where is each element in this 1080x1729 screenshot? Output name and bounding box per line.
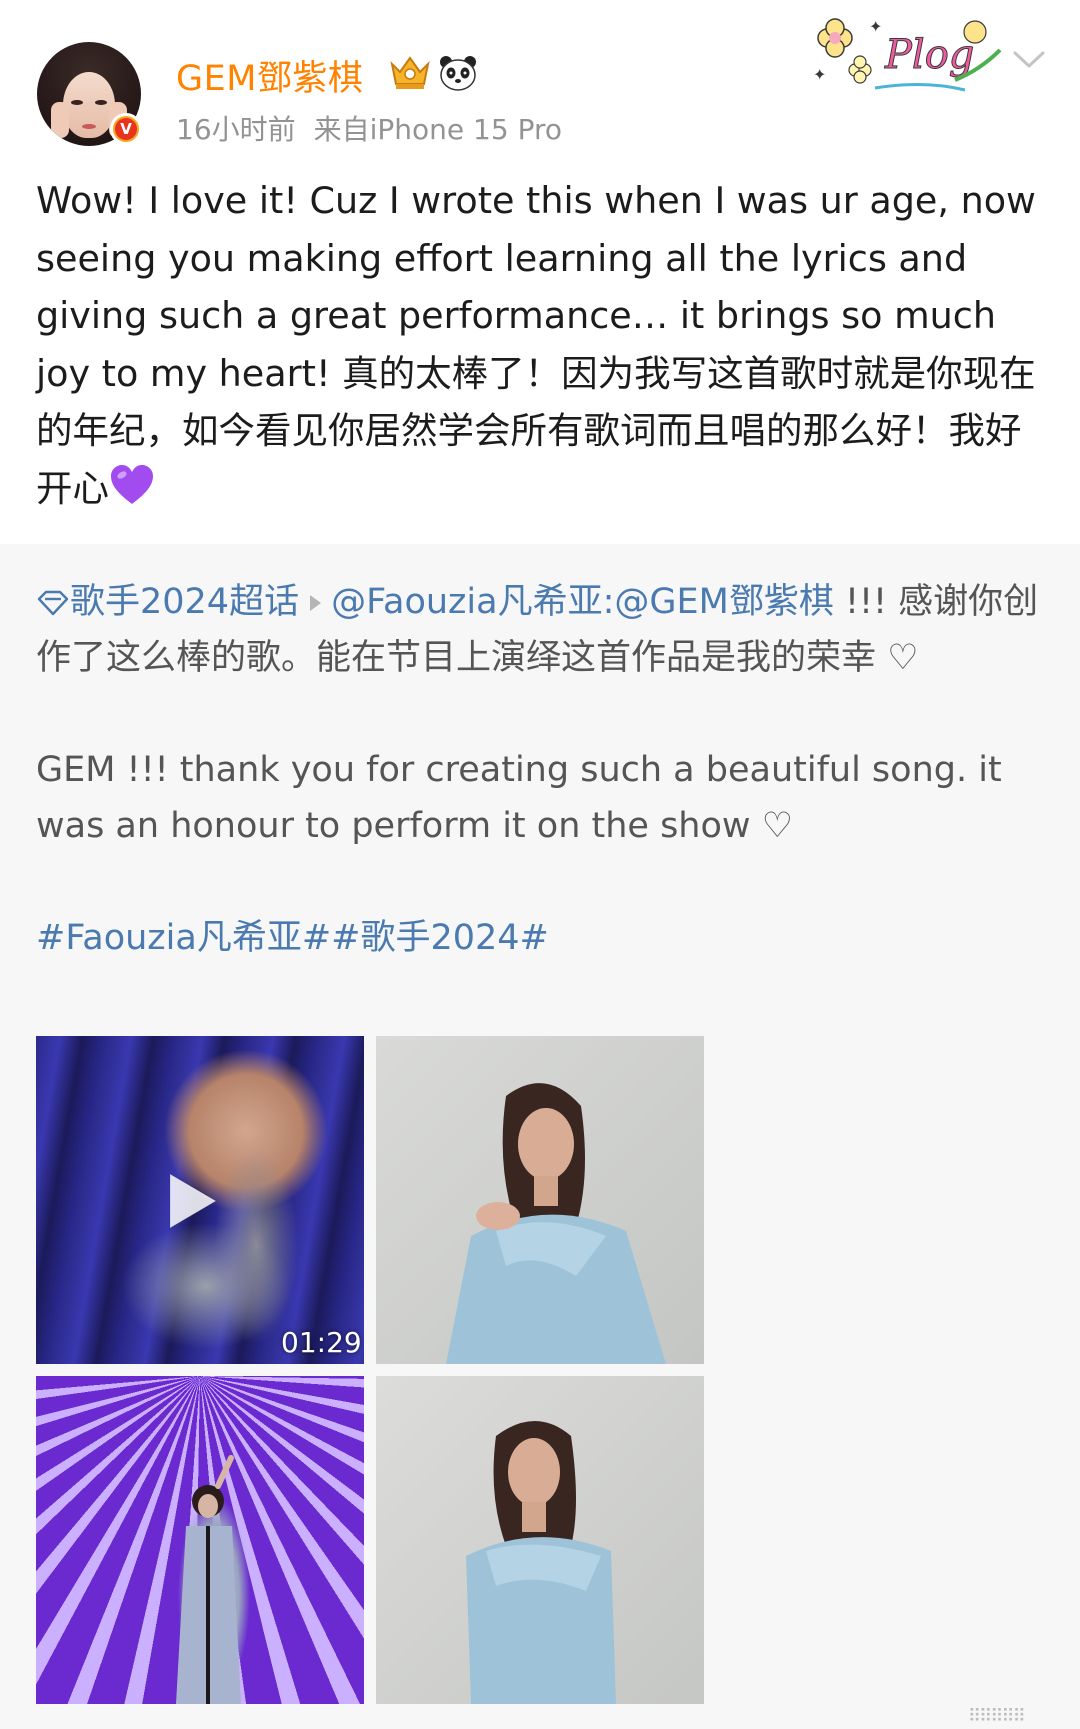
video-duration: 01:29 xyxy=(281,1326,362,1359)
repost-text: 歌手2024超话 @Faouzia凡希亚:@GEM鄧紫棋 !!! 感谢你创作了这… xyxy=(36,574,1052,966)
image-thumbnail[interactable] xyxy=(376,1036,704,1364)
post-time: 16小时前 xyxy=(176,113,296,146)
hashtag-links[interactable]: #Faouzia凡希亚##歌手2024# xyxy=(36,910,1052,966)
crown-icon xyxy=(390,56,430,89)
topic-link[interactable]: 歌手2024超话 xyxy=(70,582,299,622)
post-source: 来自iPhone 15 Pro xyxy=(313,113,563,146)
plog-flower-badge-icon[interactable]: Plog ✦ ✦ xyxy=(805,10,1005,96)
avatar-eye-right xyxy=(95,100,107,105)
avatar-lip xyxy=(82,124,96,129)
avatar-hand-left xyxy=(51,102,69,138)
repost-text-en: GEM !!! thank you for creating such a be… xyxy=(36,750,1002,846)
repost-card[interactable]: 歌手2024超话 @Faouzia凡希亚:@GEM鄧紫棋 !!! 感谢你创作了这… xyxy=(0,544,1080,1729)
portrait-figure-illustration xyxy=(466,1421,616,1704)
svg-text:✦: ✦ xyxy=(869,17,882,36)
mention-link[interactable]: @GEM鄧紫棋 xyxy=(614,582,833,622)
svg-text:Plog: Plog xyxy=(884,32,974,78)
post-meta: 16小时前 来自iPhone 15 Pro xyxy=(176,108,562,148)
verified-mark: V xyxy=(115,118,137,140)
panda-icon xyxy=(440,56,476,91)
post-text: Wow! I love it! Cuz I wrote this when I … xyxy=(36,179,1036,510)
watermark: ⠿⠿⠿⠿⠿ xyxy=(968,1706,1026,1727)
play-icon[interactable] xyxy=(154,1166,224,1236)
portrait-figure-illustration xyxy=(446,1083,666,1364)
arrow-right-icon xyxy=(310,595,322,611)
purple-heart-icon xyxy=(111,464,153,504)
username[interactable]: GEM鄧紫棋 xyxy=(176,50,363,101)
post-body: Wow! I love it! Cuz I wrote this when I … xyxy=(36,172,1046,517)
video-thumbnail[interactable]: 01:29 xyxy=(36,1036,364,1364)
verified-badge-icon: V xyxy=(110,113,142,145)
diamond-topic-icon xyxy=(37,590,69,616)
svg-text:✦: ✦ xyxy=(813,65,826,84)
stage-singer-illustration xyxy=(176,1455,241,1704)
weibo-post: V GEM鄧紫棋 16小时前来自iPhone 15 Pro Plog ✦ ✦ xyxy=(0,0,1080,1729)
repost-author-link[interactable]: @Faouzia凡希亚 xyxy=(331,582,603,622)
avatar-eye-left xyxy=(71,100,83,105)
image-thumbnail[interactable] xyxy=(36,1376,364,1704)
image-thumbnail[interactable] xyxy=(376,1376,704,1704)
chevron-down-icon[interactable] xyxy=(1012,48,1046,72)
